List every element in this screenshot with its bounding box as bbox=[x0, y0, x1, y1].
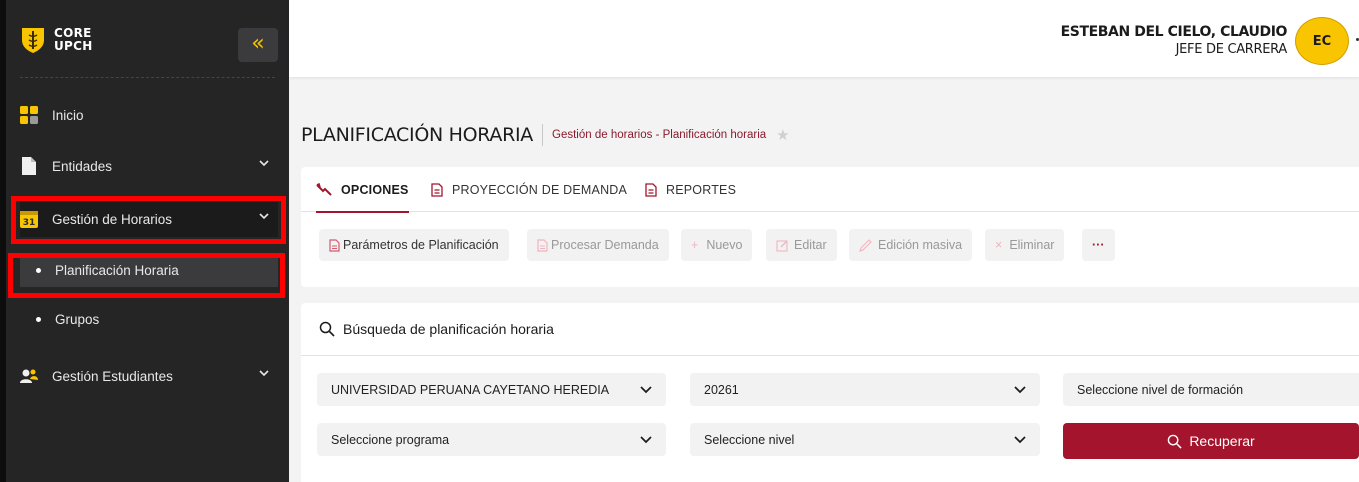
chevron-down-icon bbox=[258, 367, 270, 379]
users-icon bbox=[20, 367, 38, 385]
search-icon bbox=[319, 321, 335, 337]
chevron-down-icon bbox=[258, 157, 270, 169]
options-card: OPCIONES PROYECCIÓN DE DEMANDA REPORTES … bbox=[301, 167, 1359, 287]
button-label: Edición masiva bbox=[878, 238, 963, 252]
double-chevron-left-icon: « bbox=[251, 31, 265, 56]
sidebar-item-label: Entidades bbox=[52, 158, 113, 174]
user-role: JEFE DE CARRERA bbox=[1175, 42, 1288, 57]
tab-label: REPORTES bbox=[666, 182, 737, 197]
tab-label: PROYECCIÓN DE DEMANDA bbox=[452, 182, 628, 197]
avatar[interactable]: EC bbox=[1295, 17, 1349, 65]
upch-logo-icon bbox=[20, 26, 46, 54]
top-header: ESTEBAN DEL CIELO, CLAUDIO JEFE DE CARRE… bbox=[289, 0, 1359, 77]
file-icon bbox=[537, 238, 548, 252]
breadcrumb[interactable]: Gestión de horarios - Planificación hora… bbox=[552, 129, 766, 141]
brand-line2: UPCH bbox=[54, 39, 93, 53]
page-title-bar: PLANIFICACIÓN HORARIA Gestión de horario… bbox=[301, 124, 790, 146]
pencil-icon bbox=[859, 238, 872, 252]
button-label: Eliminar bbox=[1009, 238, 1055, 252]
edicion-masiva-button[interactable]: Edición masiva bbox=[849, 229, 973, 261]
eliminar-button[interactable]: × Eliminar bbox=[985, 229, 1065, 261]
collapse-sidebar-button[interactable]: « bbox=[238, 28, 278, 62]
formation-level-select[interactable]: Seleccione nivel de formación bbox=[1063, 373, 1359, 406]
level-select[interactable]: Seleccione nivel bbox=[690, 423, 1040, 456]
search-icon bbox=[1167, 434, 1182, 449]
divider bbox=[20, 77, 275, 78]
more-options-button[interactable]: ··· bbox=[1082, 229, 1115, 261]
plus-icon: + bbox=[691, 238, 699, 252]
star-icon[interactable]: ★ bbox=[776, 126, 789, 144]
chevron-down-icon bbox=[1014, 384, 1026, 398]
procesar-demanda-button[interactable]: Procesar Demanda bbox=[527, 229, 669, 261]
select-value: 20261 bbox=[704, 382, 739, 397]
sidebar-item-inicio[interactable]: Inicio bbox=[20, 97, 278, 133]
edit-icon bbox=[776, 239, 789, 252]
sidebar-subitem-grupos[interactable]: Grupos bbox=[20, 302, 278, 336]
select-value: Seleccione nivel de formación bbox=[1077, 382, 1244, 397]
user-name: ESTEBAN DEL CIELO, CLAUDIO bbox=[1060, 24, 1288, 40]
select-value: UNIVERSIDAD PERUANA CAYETANO HEREDIA bbox=[331, 382, 610, 397]
file-icon bbox=[329, 238, 340, 252]
tab-bar: OPCIONES PROYECCIÓN DE DEMANDA REPORTES bbox=[301, 167, 1359, 213]
wrench-icon bbox=[316, 182, 332, 197]
highlight-box-gestion-horarios bbox=[11, 196, 286, 244]
search-header: Búsqueda de planificación horaria bbox=[301, 303, 1359, 356]
search-title: Búsqueda de planificación horaria bbox=[343, 321, 554, 337]
page-title: PLANIFICACIÓN HORARIA bbox=[301, 124, 534, 146]
tab-proyeccion-demanda[interactable]: PROYECCIÓN DE DEMANDA bbox=[431, 167, 627, 212]
select-value: Seleccione programa bbox=[331, 432, 450, 447]
title-divider bbox=[542, 124, 544, 146]
chevron-down-icon bbox=[1014, 434, 1026, 448]
file-icon bbox=[431, 182, 443, 197]
sidebar-subitem-label: Grupos bbox=[55, 311, 100, 327]
close-icon: × bbox=[995, 238, 1003, 252]
ellipsis-icon: ··· bbox=[1092, 238, 1105, 252]
button-label: Procesar Demanda bbox=[551, 238, 659, 252]
sidebar-item-gestion-estudiantes[interactable]: Gestión Estudiantes bbox=[20, 358, 278, 394]
sidebar-item-label: Inicio bbox=[52, 107, 84, 123]
tab-label: OPCIONES bbox=[341, 182, 409, 197]
button-label: Recuperar bbox=[1189, 433, 1255, 449]
period-select[interactable]: 20261 bbox=[690, 373, 1040, 406]
recuperar-button[interactable]: Recuperar bbox=[1063, 423, 1359, 459]
tab-opciones[interactable]: OPCIONES bbox=[316, 167, 409, 213]
select-value: Seleccione nivel bbox=[704, 432, 795, 447]
button-label: Editar bbox=[794, 238, 827, 252]
chevron-down-icon bbox=[640, 384, 652, 398]
university-select[interactable]: UNIVERSIDAD PERUANA CAYETANO HEREDIA bbox=[317, 373, 666, 406]
nuevo-button[interactable]: + Nuevo bbox=[681, 229, 753, 261]
brand[interactable]: CORE UPCH bbox=[20, 26, 93, 54]
button-label: Nuevo bbox=[706, 238, 743, 252]
highlight-box-planificacion bbox=[8, 253, 285, 298]
dashboard-icon bbox=[20, 106, 38, 124]
program-select[interactable]: Seleccione programa bbox=[317, 423, 666, 456]
search-card: Búsqueda de planificación horaria UNIVER… bbox=[301, 303, 1359, 482]
bullet-icon bbox=[36, 316, 41, 322]
editar-button[interactable]: Editar bbox=[766, 229, 837, 261]
sidebar-item-label: Gestión Estudiantes bbox=[52, 368, 173, 384]
sidebar-item-entidades[interactable]: Entidades bbox=[20, 148, 278, 184]
tab-reportes[interactable]: REPORTES bbox=[645, 167, 736, 212]
sidebar: CORE UPCH « Inicio Entidades 31 Gestión … bbox=[0, 0, 289, 482]
document-icon bbox=[20, 157, 38, 175]
parametros-planificacion-button[interactable]: Parámetros de Planificación bbox=[319, 229, 509, 261]
file-icon bbox=[645, 182, 657, 197]
chevron-down-icon bbox=[640, 434, 652, 448]
button-label: Parámetros de Planificación bbox=[343, 238, 499, 252]
